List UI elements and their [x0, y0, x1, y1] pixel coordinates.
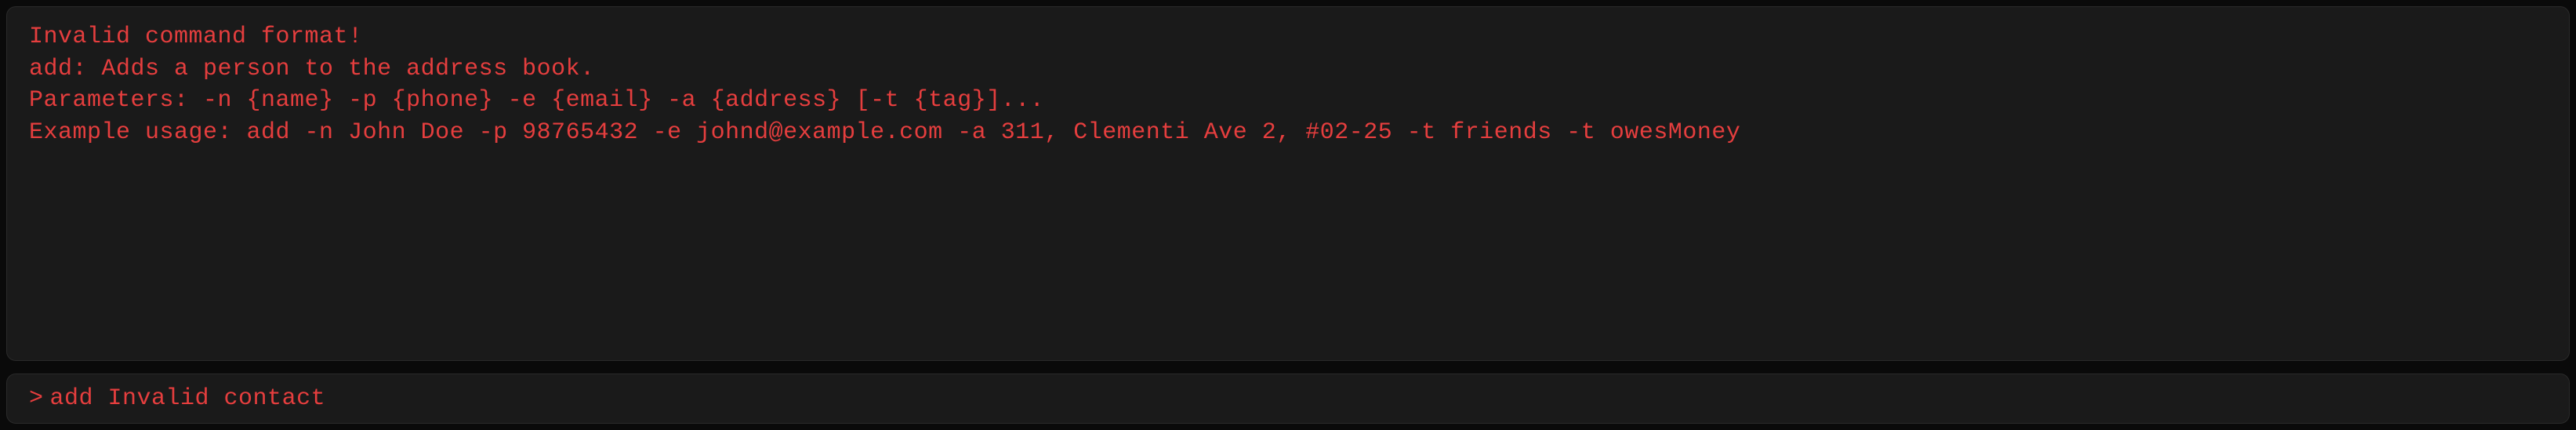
command-input-panel[interactable]: >: [6, 374, 2570, 424]
command-input[interactable]: [50, 385, 2547, 412]
parameters-line: Parameters: -n {name} -p {phone} -e {ema…: [29, 87, 1044, 114]
result-display-panel: Invalid command format! add: Adds a pers…: [6, 6, 2570, 361]
command-description-line: add: Adds a person to the address book.: [29, 56, 595, 82]
prompt-symbol: >: [29, 387, 44, 410]
result-text: Invalid command format! add: Adds a pers…: [29, 21, 2547, 148]
example-line: Example usage: add -n John Doe -p 987654…: [29, 119, 1740, 146]
error-header-line: Invalid command format!: [29, 24, 363, 50]
